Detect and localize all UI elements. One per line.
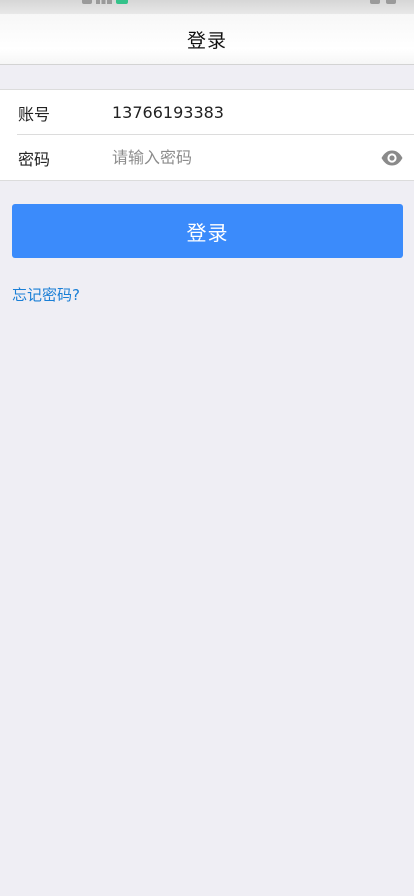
signal-icon xyxy=(96,0,112,4)
status-bar xyxy=(0,0,414,14)
login-screen: 登录 账号 13766193383 密码 登录 忘记密码? xyxy=(0,0,414,896)
battery-icon xyxy=(386,0,396,4)
app-indicator-icon xyxy=(116,0,128,4)
account-field[interactable]: 13766193383 xyxy=(112,103,224,122)
forgot-password-link[interactable]: 忘记密码? xyxy=(12,284,80,305)
account-label: 账号 xyxy=(18,104,51,124)
notification-icon xyxy=(82,0,92,4)
login-form: 账号 13766193383 密码 xyxy=(0,89,414,181)
status-left xyxy=(82,0,128,4)
password-field[interactable] xyxy=(112,143,362,171)
status-right xyxy=(370,0,396,4)
login-button[interactable]: 登录 xyxy=(12,204,403,258)
account-row: 账号 13766193383 xyxy=(0,90,414,135)
eye-icon[interactable] xyxy=(380,146,404,170)
password-label: 密码 xyxy=(18,149,51,169)
status-icon xyxy=(370,0,380,4)
page-title: 登录 xyxy=(186,29,227,52)
nav-bar: 登录 xyxy=(0,14,414,65)
password-row: 密码 xyxy=(0,135,414,180)
